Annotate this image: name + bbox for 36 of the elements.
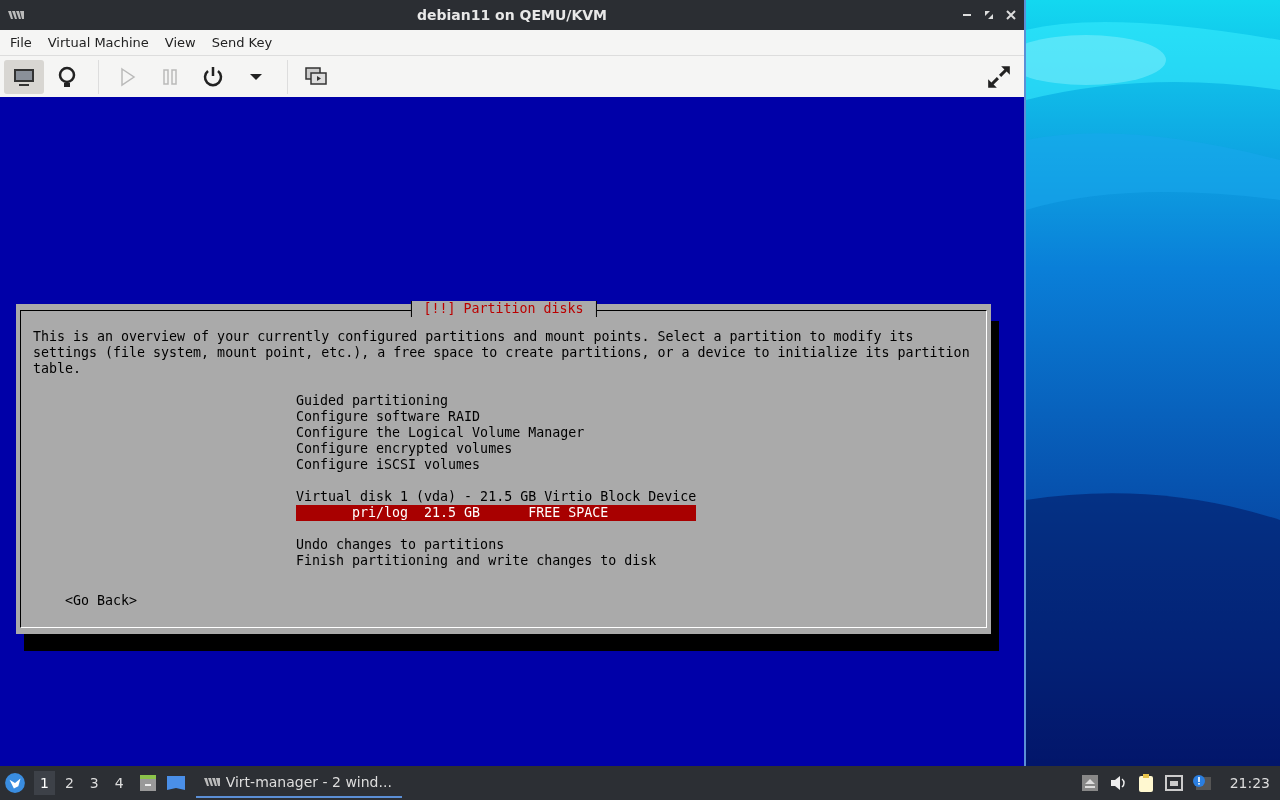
workspace-button[interactable]: 4 <box>108 771 130 795</box>
notification-icon[interactable] <box>1191 773 1212 793</box>
network-icon[interactable] <box>1163 773 1184 793</box>
partition-option[interactable]: pri/log 21.5 GB FREE SPACE <box>296 504 697 521</box>
caret-icon <box>250 73 262 80</box>
menu-option[interactable]: Configure encrypted volumes <box>296 440 697 457</box>
workspace-button[interactable]: 1 <box>34 771 55 795</box>
menu-item[interactable]: Virtual Machine <box>41 35 155 50</box>
menu-option[interactable]: Virtual disk 1 (vda) - 21.5 GB Virtio Block Device <box>296 488 697 505</box>
eject-icon[interactable] <box>1079 773 1100 793</box>
fullscreen-icon[interactable] <box>986 63 1012 90</box>
menu-option[interactable]: Undo changes to partitions <box>296 536 697 553</box>
menu-item[interactable]: Send Key <box>205 35 279 50</box>
task-button[interactable]: Virt-manager - 2 wind... <box>195 768 402 798</box>
close-icon[interactable] <box>1006 10 1016 20</box>
menu-option[interactable]: Configure software RAID <box>296 408 697 425</box>
workspace-button[interactable]: 2 <box>58 771 80 795</box>
workspace-button[interactable]: 3 <box>83 771 105 795</box>
menu-item[interactable]: View <box>158 35 202 50</box>
menu-item[interactable]: File <box>4 35 38 50</box>
go-back-button[interactable]: <Go Back> <box>65 592 138 608</box>
menu-option[interactable]: Configure the Logical Volume Manager <box>296 424 697 441</box>
dialog-description: This is an overview of your currently configured partitions and mount points. Select a partition to modify its settings (file system, mount point, etc.), a free space to create partitions, or a device to initialize its partition table. <box>33 328 971 377</box>
monitor-button[interactable] <box>4 59 44 94</box>
clock: 21:23 <box>1229 775 1270 791</box>
menu-option[interactable]: Guided partitioning <box>296 392 697 409</box>
maximize-icon[interactable] <box>984 10 994 20</box>
dialog-title: [!!] Partition disks <box>410 300 597 317</box>
menu-option[interactable]: Configure iSCSI volumes <box>296 456 697 473</box>
app-logo-icon <box>8 10 24 20</box>
menu-option[interactable]: Finish partitioning and write changes to disk <box>296 552 697 569</box>
start-menu-icon[interactable] <box>4 772 26 794</box>
power-icon <box>201 64 225 89</box>
app-logo-icon <box>203 777 220 787</box>
window-title: debian11 on QEMU/KVM <box>416 7 608 23</box>
file-cabinet-icon[interactable] <box>137 773 158 793</box>
